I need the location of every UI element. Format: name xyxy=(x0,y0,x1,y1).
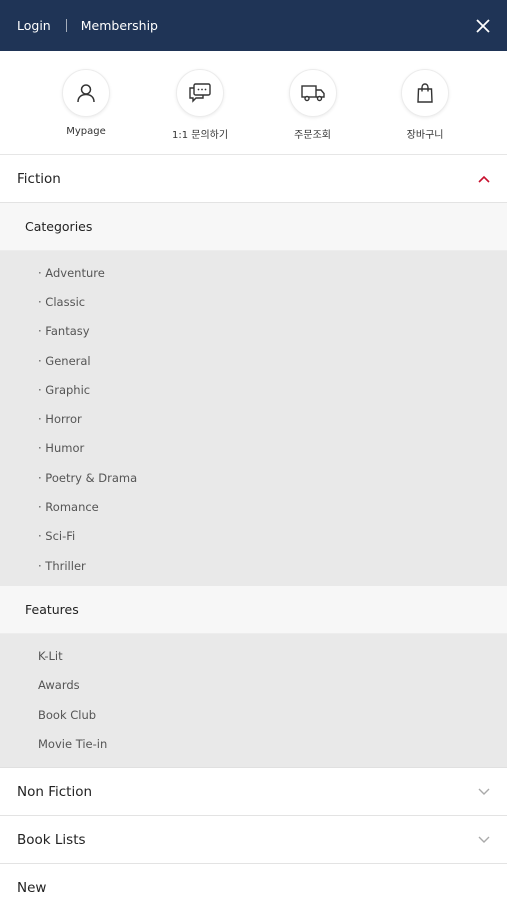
divider xyxy=(65,19,67,32)
quick-link-label: 주문조회 xyxy=(294,130,331,141)
category-item-sci-fi[interactable]: · Sci-Fi xyxy=(0,522,507,551)
menu-item-label: Book Lists xyxy=(17,831,86,848)
quick-link-label: 장바구니 xyxy=(406,130,444,141)
category-item-general[interactable]: · General xyxy=(0,346,507,375)
categories-list: · Adventure · Classic · Fantasy · Genera… xyxy=(0,251,507,587)
membership-link[interactable]: Membership xyxy=(81,18,158,33)
category-item-poetry-drama[interactable]: · Poetry & Drama xyxy=(0,463,507,492)
chevron-down-icon xyxy=(478,836,490,844)
quick-link-cart[interactable]: 장바구니 xyxy=(397,51,453,154)
quick-link-mypage[interactable]: Mypage xyxy=(0,51,172,154)
feature-item-book-club[interactable]: Book Club xyxy=(0,700,507,729)
feature-item-awards[interactable]: Awards xyxy=(0,671,507,700)
chat-icon xyxy=(176,69,225,117)
features-list: K-Lit Awards Book Club Movie Tie-in xyxy=(0,634,507,769)
menu-item-book-lists[interactable]: Book Lists xyxy=(0,816,507,865)
category-item-romance[interactable]: · Romance xyxy=(0,492,507,521)
category-item-thriller[interactable]: · Thriller xyxy=(0,551,507,580)
category-item-classic[interactable]: · Classic xyxy=(0,287,507,316)
truck-icon xyxy=(288,69,337,117)
category-item-humor[interactable]: · Humor xyxy=(0,434,507,463)
menu-item-new[interactable]: New xyxy=(0,864,507,912)
menu-item-label: New xyxy=(17,880,47,897)
category-item-adventure[interactable]: · Adventure xyxy=(0,258,507,287)
category-item-horror[interactable]: · Horror xyxy=(0,404,507,433)
submenu-heading-features: Features xyxy=(0,586,507,635)
quick-link-order-tracking[interactable]: 주문조회 xyxy=(228,51,397,154)
menu-item-non-fiction[interactable]: Non Fiction xyxy=(0,768,507,817)
feature-item-k-lit[interactable]: K-Lit xyxy=(0,641,507,670)
close-icon[interactable] xyxy=(475,18,491,34)
menu-item-label: Fiction xyxy=(17,170,61,187)
menu-item-fiction[interactable]: Fiction xyxy=(0,155,507,203)
quick-link-label: Mypage xyxy=(66,126,106,137)
user-icon xyxy=(62,69,110,117)
menu-item-label: Non Fiction xyxy=(17,783,93,800)
category-item-fantasy[interactable]: · Fantasy xyxy=(0,317,507,346)
quick-link-label: 1:1 문의하기 xyxy=(172,130,229,141)
shopping-bag-icon xyxy=(401,69,450,117)
category-item-graphic[interactable]: · Graphic xyxy=(0,375,507,404)
quick-link-inquiry[interactable]: 1:1 문의하기 xyxy=(172,51,228,154)
chevron-down-icon xyxy=(478,788,490,796)
login-link[interactable]: Login xyxy=(17,18,51,33)
top-bar: Login Membership xyxy=(0,0,507,51)
quick-links: Mypage 1:1 문의하기 주문조회 장바구니 xyxy=(0,51,507,155)
submenu-heading-categories: Categories xyxy=(0,203,507,251)
feature-item-movie-tie-in[interactable]: Movie Tie-in xyxy=(0,729,507,758)
chevron-up-icon xyxy=(478,175,490,183)
